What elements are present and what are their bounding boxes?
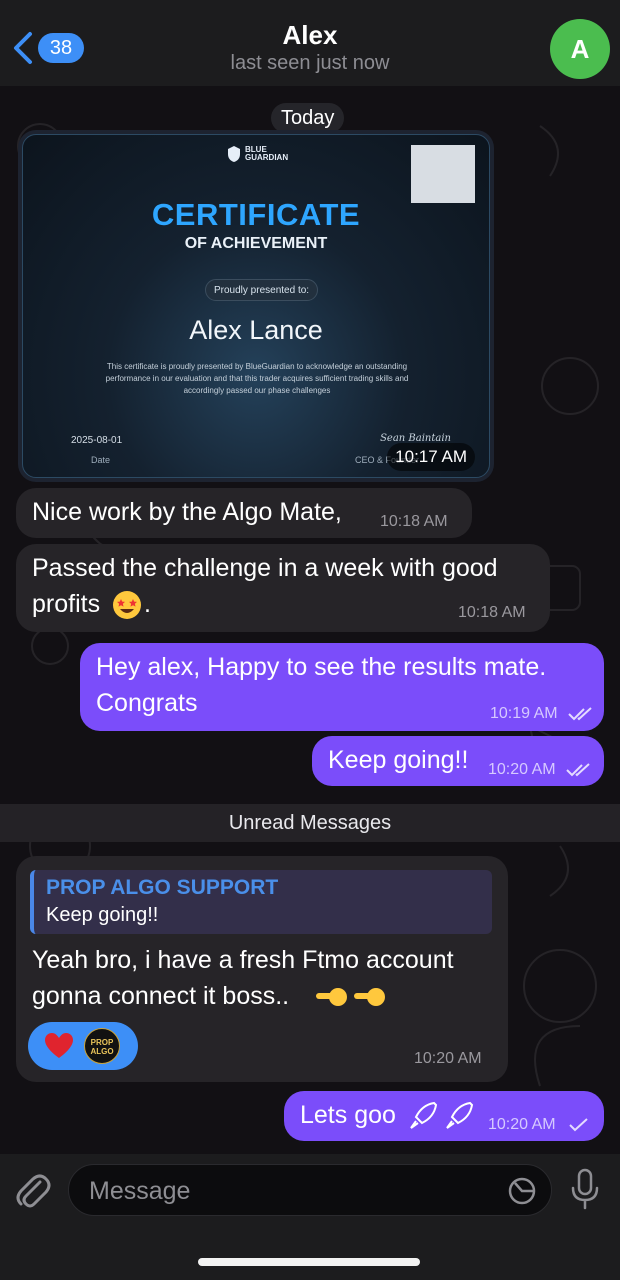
certificate-heading: CERTIFICATE: [151, 197, 361, 232]
chat-title[interactable]: Alex: [0, 20, 620, 51]
outgoing-message[interactable]: Lets goo 10:20 AM: [284, 1091, 604, 1141]
pointing-hand-emoji: [354, 988, 385, 1006]
message-time: 10:20 AM: [414, 1050, 482, 1067]
attach-icon[interactable]: [14, 1172, 52, 1212]
sticker-icon[interactable]: [507, 1176, 537, 1206]
outgoing-message[interactable]: Hey alex, Happy to see the results mate.…: [80, 643, 604, 731]
double-check-icon: [568, 707, 592, 721]
message-time: 10:17 AM: [387, 443, 475, 471]
reply-quote[interactable]: PROP ALGO SUPPORT Keep going!!: [30, 870, 492, 934]
reply-author: PROP ALGO SUPPORT: [46, 876, 279, 899]
message-text: .: [144, 590, 151, 618]
avatar[interactable]: A: [550, 19, 610, 79]
message-input[interactable]: Message: [68, 1164, 552, 1216]
incoming-message[interactable]: PROP ALGO SUPPORT Keep going!! Yeah bro,…: [16, 856, 508, 1082]
recipient-name: Alex Lance: [189, 315, 323, 345]
rocket-icon: [446, 1101, 474, 1129]
incoming-message[interactable]: Passed the challenge in a week with good…: [16, 544, 550, 632]
pointing-hand-emoji: [316, 988, 347, 1006]
microphone-icon[interactable]: [568, 1168, 602, 1210]
message-text: Passed the challenge in a week with good: [32, 554, 498, 582]
blueguardian-logo: BLUE GUARDIAN: [227, 145, 288, 163]
outgoing-message[interactable]: Keep going!! 10:20 AM: [312, 736, 604, 786]
message-text: Keep going!!: [328, 746, 469, 774]
message-time: 10:18 AM: [458, 604, 526, 621]
certificate-subheading: OF ACHIEVEMENT: [184, 235, 328, 252]
star-struck-emoji: [113, 591, 141, 619]
presented-label: Proudly presented to:: [205, 279, 319, 301]
composer-bar: Message: [0, 1154, 620, 1280]
shield-icon: [228, 146, 240, 162]
unread-messages-divider: Unread Messages: [0, 804, 620, 842]
chat-header: 38 Alex last seen just now A: [0, 0, 620, 86]
message-time: 10:20 AM: [488, 761, 556, 778]
prop-algo-reaction-avatar[interactable]: PROP ALGO: [84, 1028, 120, 1064]
double-check-icon: [566, 763, 590, 777]
message-text: Congrats: [96, 689, 198, 717]
certificate-date: 2025-08-01: [71, 435, 123, 446]
message-time: 10:20 AM: [488, 1116, 556, 1133]
message-time: 10:18 AM: [380, 513, 448, 530]
message-list[interactable]: Today BLUE GUARDIAN CERTIFICATE OF ACHIE…: [0, 86, 620, 1154]
date-label: Date: [91, 455, 111, 465]
certificate-description: This certificate is proudly presented by…: [105, 362, 409, 395]
heart-icon[interactable]: [44, 1032, 74, 1060]
rocket-icon: [410, 1101, 438, 1129]
qr-code-placeholder: [411, 145, 475, 203]
image-message[interactable]: BLUE GUARDIAN CERTIFICATE OF ACHIEVEMENT…: [18, 130, 494, 482]
message-text: Hey alex, Happy to see the results mate.: [96, 653, 547, 681]
message-text: Yeah bro, i have a fresh Ftmo account: [32, 946, 454, 974]
certificate-image[interactable]: BLUE GUARDIAN CERTIFICATE OF ACHIEVEMENT…: [22, 134, 490, 478]
incoming-message[interactable]: Nice work by the Algo Mate, 10:18 AM: [16, 488, 472, 538]
message-text: gonna connect it boss..: [32, 982, 290, 1010]
home-indicator: [198, 1258, 420, 1266]
message-reactions[interactable]: PROP ALGO: [28, 1022, 138, 1070]
message-text: Lets goo: [300, 1101, 396, 1129]
reply-text: Keep going!!: [46, 904, 159, 926]
last-seen-status: last seen just now: [230, 52, 390, 74]
message-text: Nice work by the Algo Mate,: [32, 498, 342, 526]
check-icon: [569, 1118, 588, 1132]
message-time: 10:19 AM: [490, 705, 558, 722]
message-placeholder: Message: [89, 1177, 191, 1205]
date-separator: Today: [271, 103, 345, 133]
message-text: profits: [32, 590, 101, 618]
